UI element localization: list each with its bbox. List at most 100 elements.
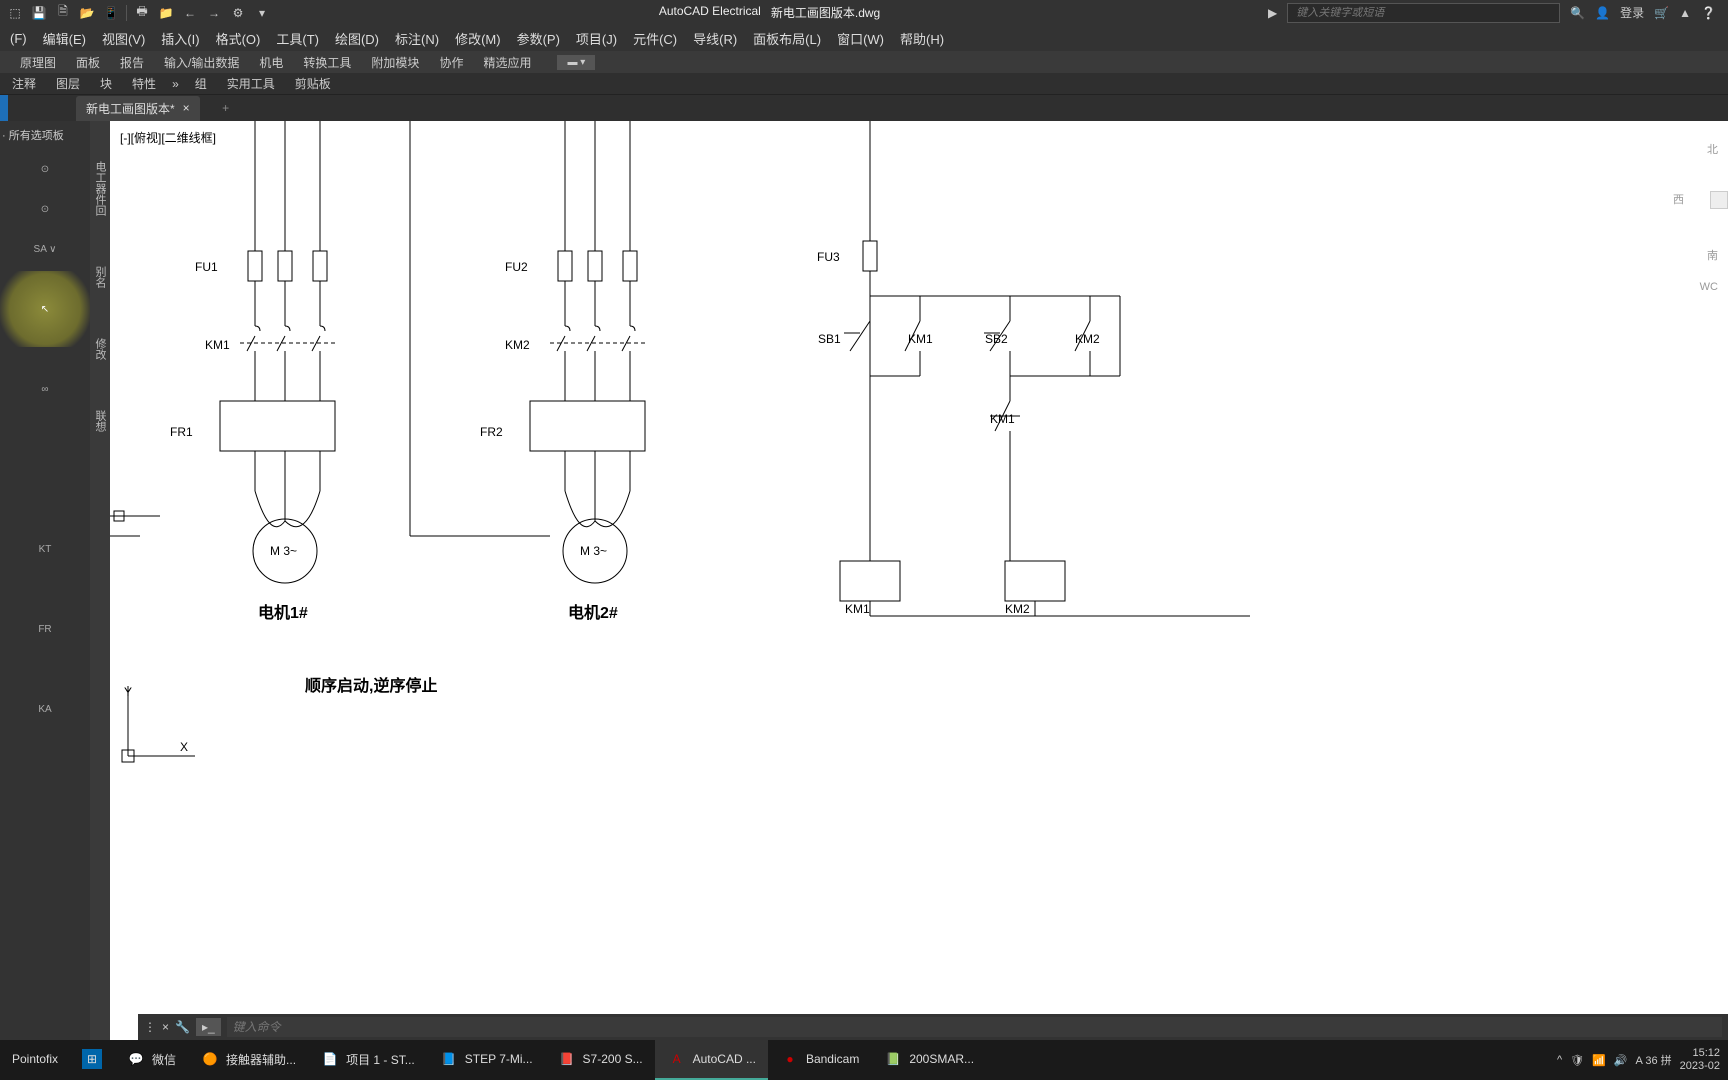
menu-format[interactable]: 格式(O) bbox=[208, 25, 269, 52]
login-link[interactable]: 登录 bbox=[1620, 4, 1644, 21]
undo-icon[interactable]: ← bbox=[181, 4, 199, 22]
taskbar-s7200[interactable]: 📕S7-200 S... bbox=[545, 1040, 655, 1080]
side-tab-2[interactable]: 修改 bbox=[92, 338, 108, 360]
taskbar-200smart[interactable]: 📗200SMAR... bbox=[871, 1040, 986, 1080]
svg-text:FU2: FU2 bbox=[505, 260, 528, 274]
gear-icon[interactable]: ⚙ bbox=[229, 4, 247, 22]
menu-comp[interactable]: 元件(C) bbox=[625, 25, 685, 52]
menu-icon[interactable]: ⬚ bbox=[6, 4, 24, 22]
view-cube[interactable]: 北 西 南 WC bbox=[1668, 121, 1728, 1040]
taskbar-autocad[interactable]: AAutoCAD ... bbox=[655, 1040, 768, 1080]
start-tab[interactable] bbox=[0, 95, 8, 121]
autodesk-icon[interactable]: ▲ bbox=[1679, 6, 1691, 20]
svg-text:KM1: KM1 bbox=[845, 602, 870, 616]
taskbar-calc[interactable]: ⊞ bbox=[70, 1040, 114, 1080]
palette-sym-sa[interactable]: SA ∨ bbox=[0, 231, 90, 267]
side-tab-0[interactable]: 电工器件回 bbox=[92, 161, 108, 216]
app-title: AutoCAD Electrical 新电工画图版本.dwg bbox=[659, 4, 880, 21]
menu-edit[interactable]: 编辑(E) bbox=[35, 25, 94, 52]
palette-sym-selected[interactable]: ↖ bbox=[0, 271, 90, 347]
search-input[interactable] bbox=[1287, 3, 1560, 23]
taskbar-bandicam[interactable]: ●Bandicam bbox=[768, 1040, 871, 1080]
palette-header[interactable]: · 所有选项板 bbox=[0, 123, 90, 147]
tray-chevron-icon[interactable]: ^ bbox=[1557, 1054, 1562, 1066]
panel-group[interactable]: 组 bbox=[185, 72, 217, 95]
panel-utils[interactable]: 实用工具 bbox=[217, 72, 285, 95]
save-icon[interactable]: 💾 bbox=[30, 4, 48, 22]
tab-toggle[interactable]: ▬ ▾ bbox=[557, 55, 595, 70]
tab-panel[interactable]: 面板 bbox=[66, 50, 110, 75]
search-icon[interactable]: 🔍 bbox=[1570, 6, 1585, 20]
cart-icon[interactable]: 🛒 bbox=[1654, 6, 1669, 20]
menu-wire[interactable]: 导线(R) bbox=[685, 25, 745, 52]
panel-blocks[interactable]: 块 bbox=[90, 72, 122, 95]
save-all-icon[interactable]: 🗎 bbox=[54, 4, 72, 22]
palette-sym-kt[interactable]: KT bbox=[0, 511, 90, 587]
redo-icon[interactable]: → bbox=[205, 4, 223, 22]
menu-draw[interactable]: 绘图(D) bbox=[327, 25, 387, 52]
palette-sym-0[interactable]: ⊙ bbox=[0, 151, 90, 187]
user-icon[interactable]: 👤 bbox=[1595, 6, 1610, 20]
menu-view[interactable]: 视图(V) bbox=[94, 25, 153, 52]
taskbar-step7[interactable]: 📘STEP 7-Mi... bbox=[427, 1040, 545, 1080]
palette-sym-fr[interactable]: FR bbox=[0, 591, 90, 667]
menu-window[interactable]: 窗口(W) bbox=[829, 25, 892, 52]
panel-props[interactable]: 特性 bbox=[122, 72, 166, 95]
menu-modify[interactable]: 修改(M) bbox=[447, 25, 509, 52]
palette-sym-ka[interactable]: KA bbox=[0, 671, 90, 747]
phone-icon[interactable]: 📱 bbox=[102, 4, 120, 22]
svg-text:M 3~: M 3~ bbox=[270, 544, 297, 558]
tab-addon[interactable]: 附加模块 bbox=[361, 50, 429, 75]
chevron-down-icon[interactable]: ▾ bbox=[253, 4, 271, 22]
new-file-tab[interactable]: + bbox=[216, 98, 236, 118]
cmd-wrench-icon[interactable]: 🔧 bbox=[175, 1020, 190, 1034]
taskbar-wechat[interactable]: 💬微信 bbox=[114, 1040, 188, 1080]
taskbar-clock[interactable]: 15:122023-02 bbox=[1680, 1047, 1720, 1073]
menu-panel[interactable]: 面板布局(L) bbox=[745, 25, 829, 52]
side-tab-1[interactable]: 别名 bbox=[92, 266, 108, 288]
menu-file[interactable]: (F) bbox=[2, 27, 35, 50]
file-tab[interactable]: 新电工画图版本* × bbox=[76, 96, 200, 121]
menu-tools[interactable]: 工具(T) bbox=[268, 25, 327, 52]
tray-vol-icon[interactable]: 🔊 bbox=[1614, 1054, 1628, 1067]
panel-layers[interactable]: 图层 bbox=[46, 72, 90, 95]
tray-ime[interactable]: A 36 拼 bbox=[1636, 1052, 1672, 1068]
svg-text:KM2: KM2 bbox=[505, 338, 530, 352]
panel-chevron[interactable]: » bbox=[166, 74, 185, 94]
palette-sym-4[interactable]: ∞ bbox=[0, 351, 90, 427]
tab-featured[interactable]: 精选应用 bbox=[473, 50, 541, 75]
share-icon[interactable]: ▶ bbox=[1268, 6, 1277, 20]
menu-help[interactable]: 帮助(H) bbox=[892, 25, 952, 52]
help-icon[interactable]: ❔ bbox=[1701, 6, 1716, 20]
menu-project[interactable]: 项目(J) bbox=[568, 25, 625, 52]
tab-convert[interactable]: 转换工具 bbox=[293, 50, 361, 75]
side-tab-3[interactable]: 联想 bbox=[92, 410, 108, 432]
tray-secure-icon[interactable]: 🛡 bbox=[1570, 1054, 1584, 1067]
panel-clipboard[interactable]: 剪贴板 bbox=[285, 72, 341, 95]
folder-icon[interactable]: 📁 bbox=[157, 4, 175, 22]
open-icon[interactable]: 📂 bbox=[78, 4, 96, 22]
menu-dimension[interactable]: 标注(N) bbox=[387, 25, 447, 52]
close-icon[interactable]: × bbox=[183, 101, 190, 115]
taskbar-project[interactable]: 📄项目 1 - ST... bbox=[308, 1040, 427, 1080]
cmd-close-icon[interactable]: × bbox=[162, 1020, 169, 1034]
palette-sym-5[interactable] bbox=[0, 431, 90, 507]
search-box[interactable] bbox=[1287, 3, 1560, 23]
tab-mech[interactable]: 机电 bbox=[249, 50, 293, 75]
tab-schematic[interactable]: 原理图 bbox=[10, 50, 66, 75]
tab-report[interactable]: 报告 bbox=[110, 50, 154, 75]
cmd-history-icon[interactable]: ⋮ bbox=[144, 1020, 156, 1034]
tab-collab[interactable]: 协作 bbox=[429, 50, 473, 75]
panel-annotate[interactable]: 注释 bbox=[2, 72, 46, 95]
system-tray[interactable]: ^ 🛡 📶 🔊 A 36 拼 15:122023-02 bbox=[1557, 1047, 1728, 1073]
menu-insert[interactable]: 插入(I) bbox=[153, 25, 207, 52]
palette-sym-1[interactable]: ⊙ bbox=[0, 191, 90, 227]
tray-net-icon[interactable]: 📶 bbox=[1592, 1054, 1606, 1067]
taskbar-contactor[interactable]: 🟠接触器辅助... bbox=[188, 1040, 308, 1080]
print-icon[interactable]: 🖶 bbox=[133, 4, 151, 22]
taskbar-pointofix[interactable]: Pointofix bbox=[0, 1040, 70, 1080]
drawing-canvas[interactable]: [-][俯视][二维线框] bbox=[110, 121, 1728, 1040]
tab-io[interactable]: 输入/输出数据 bbox=[154, 50, 249, 75]
command-input[interactable] bbox=[227, 1017, 1722, 1037]
menu-param[interactable]: 参数(P) bbox=[509, 25, 568, 52]
